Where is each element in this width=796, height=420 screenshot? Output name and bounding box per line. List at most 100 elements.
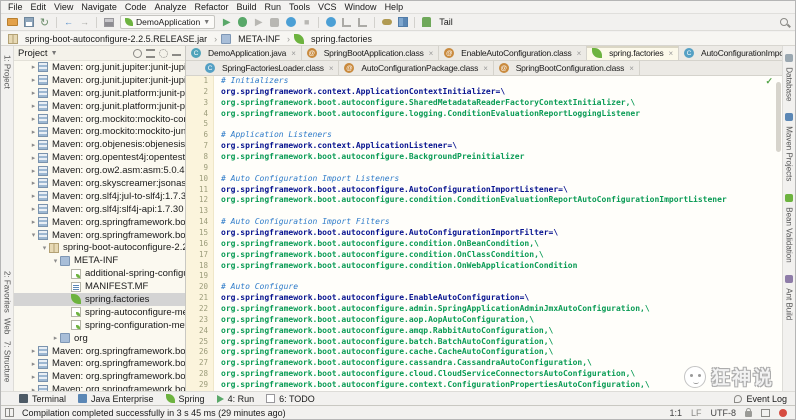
- close-icon[interactable]: ×: [429, 49, 433, 58]
- tree-item[interactable]: ▸ Maven: org.mockito:mockito-junit-jupit…: [14, 125, 185, 138]
- tree-expand-icon[interactable]: ▸: [29, 179, 38, 187]
- tree-item[interactable]: ▸ Maven: org.springframework.boot:spring: [14, 345, 185, 358]
- tool-window-button[interactable]: Ant Build: [785, 275, 794, 320]
- menu-item[interactable]: Tools: [285, 2, 314, 12]
- editor-tab[interactable]: DemoApplication.java ×: [186, 46, 302, 60]
- tree-expand-icon[interactable]: ▾: [51, 257, 60, 265]
- tool-windows-toggle-icon[interactable]: [5, 408, 14, 417]
- code-line[interactable]: 11 org.springframework.boot.autoconfigur…: [186, 185, 782, 196]
- editor-tab[interactable]: SpringBootApplication.class ×: [302, 46, 439, 60]
- inspection-ok-icon[interactable]: ✓: [765, 76, 773, 87]
- hide-panel-icon[interactable]: [172, 50, 181, 56]
- menu-item[interactable]: Navigate: [77, 2, 121, 12]
- bottom-tool-button[interactable]: 4: Run: [217, 394, 255, 404]
- tree-expand-icon[interactable]: ▸: [29, 192, 38, 200]
- code-line[interactable]: 3 org.springframework.boot.autoconfigure…: [186, 98, 782, 109]
- code-line[interactable]: 15 org.springframework.boot.autoconfigur…: [186, 228, 782, 239]
- tree-item[interactable]: spring-configuration-metadata: [14, 319, 185, 332]
- tree-item[interactable]: additional-spring-configuratio: [14, 267, 185, 280]
- menu-item[interactable]: File: [4, 2, 27, 12]
- tree-item[interactable]: ▸ Maven: org.junit.platform:junit-platfo…: [14, 87, 185, 100]
- tree-item[interactable]: ▾ META-INF: [14, 254, 185, 267]
- search-icon[interactable]: [776, 15, 791, 29]
- menu-item[interactable]: Refactor: [190, 2, 232, 12]
- code-line[interactable]: 14 # Auto Configuration Import Filters: [186, 217, 782, 228]
- code-line[interactable]: 25 org.springframework.boot.autoconfigur…: [186, 337, 782, 348]
- tree-item[interactable]: spring-autoconfigure-metadat: [14, 306, 185, 319]
- code-line[interactable]: 20 # Auto Configure: [186, 282, 782, 293]
- bottom-tool-button[interactable]: Terminal: [19, 394, 66, 404]
- code-line[interactable]: 6 # Application Listeners: [186, 130, 782, 141]
- code-line[interactable]: 4 org.springframework.boot.autoconfigure…: [186, 109, 782, 120]
- tree-expand-icon[interactable]: ▸: [29, 154, 38, 162]
- code-line[interactable]: 24 org.springframework.boot.autoconfigur…: [186, 326, 782, 337]
- tree-expand-icon[interactable]: ▸: [29, 218, 38, 226]
- code-line[interactable]: 22 org.springframework.boot.autoconfigur…: [186, 304, 782, 315]
- tree-item[interactable]: ▸ Maven: org.junit.jupiter:junit-jupiter…: [14, 74, 185, 87]
- tree-expand-icon[interactable]: ▸: [29, 128, 38, 136]
- code-line[interactable]: 13: [186, 206, 782, 217]
- chevron-down-icon[interactable]: ▼: [51, 50, 58, 57]
- editor-tab[interactable]: SpringBootConfiguration.class ×: [494, 61, 640, 75]
- back-icon[interactable]: ←: [61, 15, 76, 29]
- tree-item[interactable]: ▸ Maven: org.ow2.asm:asm:5.0.4: [14, 164, 185, 177]
- menu-item[interactable]: View: [50, 2, 77, 12]
- tree-item[interactable]: ▸ Maven: org.junit.jupiter:junit-jupiter…: [14, 61, 185, 74]
- breadcrumb-item[interactable]: spring.factories: [292, 34, 374, 44]
- profiler-icon[interactable]: [267, 15, 282, 29]
- close-icon[interactable]: ×: [483, 64, 487, 73]
- tree-item[interactable]: ▸ Maven: org.objenesis:objenesis:2.6: [14, 138, 185, 151]
- tree-item[interactable]: ▸ Maven: org.springframework.boot:spring: [14, 357, 185, 370]
- tree-item[interactable]: ▸ Maven: org.opentest4j:opentest4j:1.2.0: [14, 151, 185, 164]
- tool-window-button[interactable]: Maven Projects: [785, 113, 794, 181]
- editor-tab[interactable]: spring.factories ×: [587, 46, 679, 60]
- debug-icon[interactable]: [235, 15, 250, 29]
- save-icon[interactable]: [21, 15, 36, 29]
- tree-expand-icon[interactable]: ▾: [40, 244, 49, 252]
- tree-expand-icon[interactable]: ▸: [29, 347, 38, 355]
- vcs-commit-icon[interactable]: [355, 15, 370, 29]
- run-icon[interactable]: ▶: [219, 15, 234, 29]
- screen-readers-icon[interactable]: [761, 409, 770, 417]
- coverage-icon[interactable]: [283, 15, 298, 29]
- tree-expand-icon[interactable]: ▾: [29, 231, 38, 239]
- caret-position[interactable]: 1:1: [669, 408, 682, 418]
- project-structure-icon[interactable]: [395, 15, 410, 29]
- inspection-profile-icon[interactable]: [779, 409, 787, 417]
- menu-item[interactable]: VCS: [314, 2, 341, 12]
- menu-item[interactable]: Code: [121, 2, 151, 12]
- breadcrumb-item[interactable]: META-INF: [219, 34, 292, 44]
- gear-icon[interactable]: [159, 49, 168, 58]
- encoding-indicator[interactable]: UTF-8: [711, 408, 737, 418]
- menu-item[interactable]: Edit: [27, 2, 51, 12]
- forward-icon[interactable]: →: [77, 15, 92, 29]
- tree-expand-icon[interactable]: ▸: [29, 373, 38, 381]
- code-line[interactable]: 5: [186, 119, 782, 130]
- code-line[interactable]: 8 org.springframework.boot.autoconfigure…: [186, 152, 782, 163]
- editor-body[interactable]: 1 # Initializers 2 org.springframework.c…: [186, 76, 782, 391]
- bottom-tool-button[interactable]: Java Enterprise: [78, 394, 154, 404]
- menu-item[interactable]: Analyze: [150, 2, 190, 12]
- tree-expand-icon[interactable]: ▸: [29, 76, 38, 84]
- run-config-select[interactable]: DemoApplication ▼: [120, 15, 215, 29]
- vcs-update-icon[interactable]: [339, 15, 354, 29]
- tree-expand-icon[interactable]: ▸: [51, 334, 60, 342]
- tool-window-button[interactable]: Bean Validation: [785, 194, 794, 263]
- tree-item[interactable]: ▸ Maven: org.springframework.boot:spring: [14, 216, 185, 229]
- editor-scrollbar[interactable]: [776, 82, 781, 152]
- tree-item[interactable]: ▾ spring-boot-autoconfigure-2.2.5.RELE: [14, 241, 185, 254]
- editor-tab[interactable]: AutoConfigurationPackage.class ×: [339, 61, 493, 75]
- code-line[interactable]: 12 org.springframework.boot.autoconfigur…: [186, 195, 782, 206]
- event-log-button[interactable]: Event Log: [734, 394, 787, 404]
- tree-item[interactable]: ▸ Maven: org.slf4j:jul-to-slf4j:1.7.30: [14, 190, 185, 203]
- menu-item[interactable]: Run: [261, 2, 286, 12]
- close-icon[interactable]: ×: [329, 64, 333, 73]
- code-line[interactable]: 26 org.springframework.boot.autoconfigur…: [186, 347, 782, 358]
- tree-expand-icon[interactable]: ▸: [29, 63, 38, 71]
- tool-window-button-project[interactable]: 1: Project: [3, 55, 12, 89]
- tool-window-button[interactable]: 2: Favorites: [3, 271, 12, 313]
- open-icon[interactable]: [5, 15, 20, 29]
- run-coverage-icon[interactable]: ▶: [251, 15, 266, 29]
- search-everywhere-icon[interactable]: [323, 15, 338, 29]
- tree-item[interactable]: ▸ Maven: org.springframework.boot:spring: [14, 383, 185, 391]
